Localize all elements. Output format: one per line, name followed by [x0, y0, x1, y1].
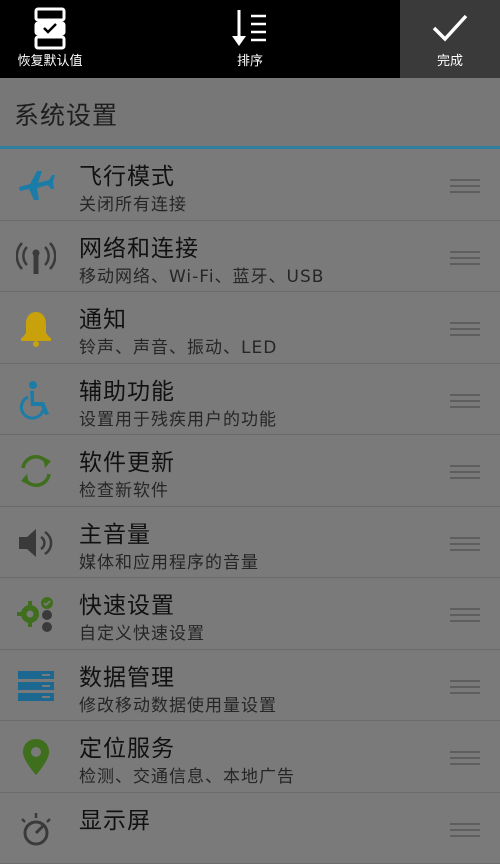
item-subtitle: 修改移动数据使用量设置	[79, 691, 277, 716]
refresh-icon	[14, 451, 58, 491]
drag-handle-icon[interactable]	[450, 179, 480, 193]
airplane-icon	[14, 165, 58, 205]
list-item-accessibility[interactable]: 辅助功能 设置用于残疾用户的功能	[0, 364, 500, 436]
list-item-software-update[interactable]: 软件更新 检查新软件	[0, 435, 500, 507]
settings-list: 飞行模式 关闭所有连接 网络和连接 移动网络、Wi-Fi、蓝牙、USB	[0, 149, 500, 864]
sort-label: 排序	[237, 54, 263, 70]
drag-handle-icon[interactable]	[450, 465, 480, 479]
restore-defaults-button[interactable]: 恢复默认值	[0, 0, 100, 78]
drag-handle-icon[interactable]	[450, 608, 480, 622]
item-title: 网络和连接	[79, 229, 199, 263]
accessibility-icon	[14, 380, 58, 420]
antenna-icon	[14, 237, 58, 277]
item-title: 辅助功能	[79, 372, 175, 406]
brightness-icon	[14, 809, 58, 849]
item-title: 通知	[79, 300, 127, 334]
item-subtitle: 媒体和应用程序的音量	[79, 548, 259, 573]
action-toolbar: 恢复默认值 排序 完成	[0, 0, 500, 78]
list-item-network[interactable]: 网络和连接 移动网络、Wi-Fi、蓝牙、USB	[0, 221, 500, 293]
drag-handle-icon[interactable]	[450, 680, 480, 694]
quick-settings-icon	[14, 594, 58, 634]
sort-button[interactable]: 排序	[100, 0, 400, 78]
item-subtitle: 设置用于残疾用户的功能	[79, 405, 277, 430]
location-pin-icon	[14, 737, 58, 777]
item-title: 定位服务	[79, 729, 175, 763]
list-item-display[interactable]: 显示屏	[0, 793, 500, 864]
done-label: 完成	[437, 54, 463, 70]
restore-defaults-icon	[34, 0, 66, 54]
item-title: 软件更新	[79, 443, 175, 477]
item-subtitle: 移动网络、Wi-Fi、蓝牙、USB	[79, 262, 324, 287]
sort-icon	[230, 0, 270, 54]
item-subtitle: 关闭所有连接	[79, 190, 187, 215]
drag-handle-icon[interactable]	[450, 394, 480, 408]
list-item-location-services[interactable]: 定位服务 检测、交通信息、本地广告	[0, 721, 500, 793]
list-item-airplane-mode[interactable]: 飞行模式 关闭所有连接	[0, 149, 500, 221]
item-title: 快速设置	[79, 586, 175, 620]
list-item-data-management[interactable]: 数据管理 修改移动数据使用量设置	[0, 650, 500, 722]
drag-handle-icon[interactable]	[450, 823, 480, 837]
done-button[interactable]: 完成	[400, 0, 500, 78]
item-title: 数据管理	[79, 658, 175, 692]
drag-handle-icon[interactable]	[450, 322, 480, 336]
restore-defaults-label: 恢复默认值	[17, 54, 82, 70]
item-subtitle: 铃声、声音、振动、LED	[79, 333, 277, 358]
item-title: 主音量	[79, 515, 151, 549]
item-subtitle: 检测、交通信息、本地广告	[79, 762, 295, 787]
list-item-quick-settings[interactable]: 快速设置 自定义快速设置	[0, 578, 500, 650]
bell-icon	[14, 308, 58, 348]
section-title: 系统设置	[14, 96, 118, 132]
drag-handle-icon[interactable]	[450, 251, 480, 265]
item-title: 显示屏	[79, 801, 151, 835]
data-storage-icon	[14, 666, 58, 706]
section-header: 系统设置	[0, 78, 500, 147]
item-subtitle: 检查新软件	[79, 476, 169, 501]
list-item-master-volume[interactable]: 主音量 媒体和应用程序的音量	[0, 507, 500, 579]
item-title: 飞行模式	[79, 157, 175, 191]
item-subtitle: 自定义快速设置	[79, 619, 205, 644]
drag-handle-icon[interactable]	[450, 537, 480, 551]
checkmark-icon	[430, 0, 470, 54]
list-item-notifications[interactable]: 通知 铃声、声音、振动、LED	[0, 292, 500, 364]
speaker-icon	[14, 523, 58, 563]
drag-handle-icon[interactable]	[450, 751, 480, 765]
